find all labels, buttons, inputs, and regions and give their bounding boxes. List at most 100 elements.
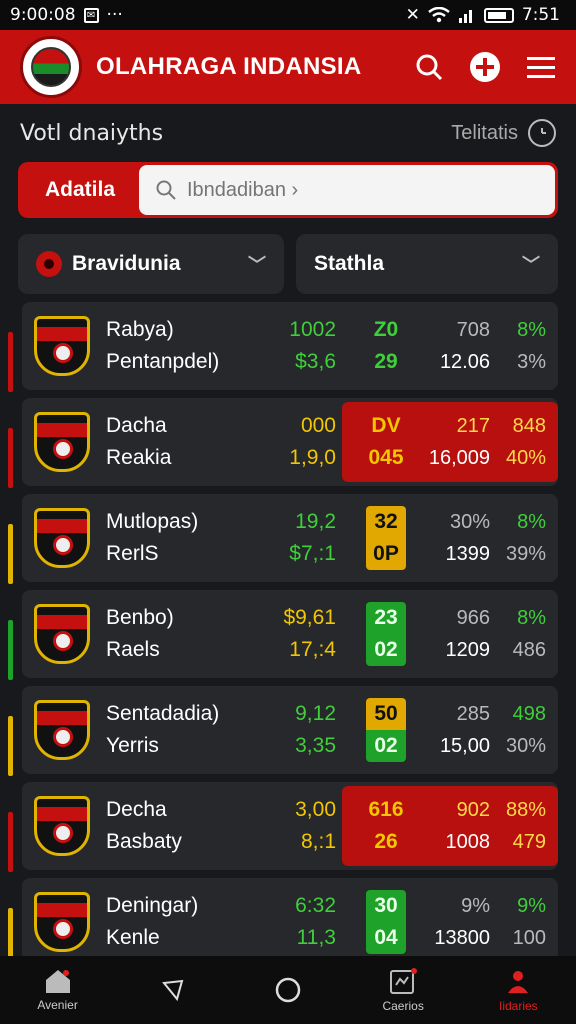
stat-percent: 100 — [512, 927, 546, 949]
app-title: OLAHRAGA INDANSIA — [96, 53, 362, 80]
menu-icon[interactable] — [524, 50, 558, 84]
odds-value: 11,3 — [296, 926, 336, 949]
team-name-home: Decha — [106, 798, 167, 821]
score-value: 616 — [368, 798, 404, 821]
row-accent-bar — [8, 332, 13, 392]
stat-value: 12.06 — [439, 351, 490, 373]
stat-value: 1399 — [445, 543, 491, 565]
search-icon[interactable] — [412, 50, 446, 84]
stat-percent: 486 — [512, 639, 546, 661]
match-row[interactable]: Dacha Reakia 000 1,9,0 DV 045 217 16,009… — [8, 398, 558, 488]
section-header: Votl dnaiyths Telitatis — [0, 104, 576, 162]
score-value: DV — [371, 414, 401, 437]
search-field-icon — [156, 180, 176, 200]
score-value: 29 — [374, 350, 398, 373]
team-names: Sentadadia) Yerris — [106, 698, 246, 762]
stat-percent: 40% — [505, 447, 546, 469]
odds-value: 6:32 — [295, 894, 336, 917]
odds-value: 3,00 — [295, 798, 336, 821]
team-name-away: Basbaty — [106, 830, 182, 853]
search-input[interactable] — [187, 178, 507, 202]
match-row[interactable]: Decha Basbaty 3,00 8,:1 616 26 902 1008 … — [8, 782, 558, 872]
score-value: 02 — [366, 730, 406, 762]
nav-item-home[interactable]: Avenier — [8, 968, 108, 1012]
score-column: 32 0P — [366, 506, 406, 570]
odds-value: 000 — [300, 414, 336, 437]
wifi-icon — [428, 7, 450, 23]
match-row[interactable]: Sentadadia) Yerris 9,12 3,35 50 02 285 1… — [8, 686, 558, 776]
section-title: Votl dnaiyths — [20, 120, 164, 146]
score-value: 26 — [374, 830, 398, 853]
stat-value: 708 — [456, 319, 490, 341]
team-name-home: Sentadadia) — [106, 702, 220, 725]
row-accent-bar — [8, 428, 13, 488]
signal-icon — [458, 10, 472, 23]
odds-column: $9,61 17,:4 — [246, 602, 336, 666]
match-row[interactable]: Deningar) Kenle 6:32 11,3 30 04 9% 13800… — [8, 878, 558, 968]
stats-column: 285 15,00 498 30% — [410, 698, 546, 762]
nav-item-system-home[interactable] — [238, 976, 338, 1004]
stat-percent: 3% — [517, 351, 546, 373]
team-crest-icon — [34, 316, 90, 376]
stat-percent: 30% — [505, 735, 546, 757]
stat-percent: 8% — [517, 607, 546, 629]
chevron-down-icon: ﹀ — [522, 255, 540, 275]
team-crest-icon — [34, 700, 90, 760]
stat-value: 217 — [456, 415, 490, 437]
record-icon — [36, 251, 62, 277]
stat-value: 1209 — [445, 639, 491, 661]
mute-icon: ✕ — [405, 5, 420, 25]
score-value: 045 — [368, 446, 404, 469]
section-action[interactable]: Telitatis — [451, 119, 556, 147]
odds-value: 17,:4 — [289, 638, 336, 661]
nav-item-profile[interactable]: Iidaries — [468, 967, 568, 1013]
match-list: Rabya) Pentanpdel) 1002 $3,6 Z0 29 708 1… — [8, 302, 558, 974]
back-icon — [161, 979, 184, 1002]
stat-value: 1008 — [445, 831, 491, 853]
nav-label-calendar: Caerios — [382, 999, 424, 1013]
app-logo[interactable] — [20, 36, 82, 98]
odds-value: 3,35 — [295, 734, 336, 757]
calendar-icon — [390, 968, 418, 994]
score-value: 30 — [366, 890, 406, 922]
search-label[interactable]: Adatila — [21, 178, 139, 202]
filter-row: Bravidunia ﹀ Stathla ﹀ — [18, 234, 558, 294]
stat-percent: 8% — [517, 319, 546, 341]
odds-value: $7,:1 — [289, 542, 336, 565]
stat-value: 966 — [456, 607, 490, 629]
search-field[interactable] — [139, 165, 555, 215]
match-row[interactable]: Benbo) Raels $9,61 17,:4 23 02 966 1209 … — [8, 590, 558, 680]
score-column: 23 02 — [366, 602, 406, 666]
score-value: 50 — [366, 698, 406, 730]
score-value: 02 — [366, 634, 406, 666]
bottom-nav: Avenier Caerios Iidaries — [0, 956, 576, 1024]
row-accent-bar — [8, 524, 13, 584]
stats-column: 30% 1399 8% 39% — [410, 506, 547, 570]
score-column: Z0 29 — [366, 314, 406, 378]
score-column: DV 045 — [366, 410, 406, 474]
battery-icon — [483, 7, 514, 23]
notification-icon: ✉ — [83, 7, 99, 23]
team-crest-icon — [34, 508, 90, 568]
stat-value: 30% — [449, 511, 490, 533]
match-row[interactable]: Rabya) Pentanpdel) 1002 $3,6 Z0 29 708 1… — [8, 302, 558, 392]
match-row[interactable]: Mutlopas) RerlS 19,2 $7,:1 32 0P 30% 139… — [8, 494, 558, 584]
row-accent-bar — [8, 716, 13, 776]
stat-percent: 848 — [512, 415, 546, 437]
score-value: Z0 — [373, 318, 399, 341]
status-clock-right: 7:51 — [521, 5, 560, 25]
status-extra: ··· — [106, 5, 123, 25]
odds-value: 9,12 — [295, 702, 336, 725]
nav-item-calendar[interactable]: Caerios — [353, 967, 453, 1013]
filter-label-1: Bravidunia — [72, 252, 181, 275]
odds-value: $9,61 — [283, 606, 336, 629]
filter-dropdown-2[interactable]: Stathla ﹀ — [296, 234, 558, 294]
team-names: Benbo) Raels — [106, 602, 246, 666]
odds-column: 1002 $3,6 — [246, 314, 336, 378]
add-icon[interactable] — [468, 50, 502, 84]
team-crest-icon — [34, 796, 90, 856]
nav-item-back[interactable] — [123, 977, 223, 1003]
stat-percent: 88% — [505, 799, 546, 821]
filter-dropdown-1[interactable]: Bravidunia ﹀ — [18, 234, 284, 294]
odds-value: $3,6 — [295, 350, 336, 373]
